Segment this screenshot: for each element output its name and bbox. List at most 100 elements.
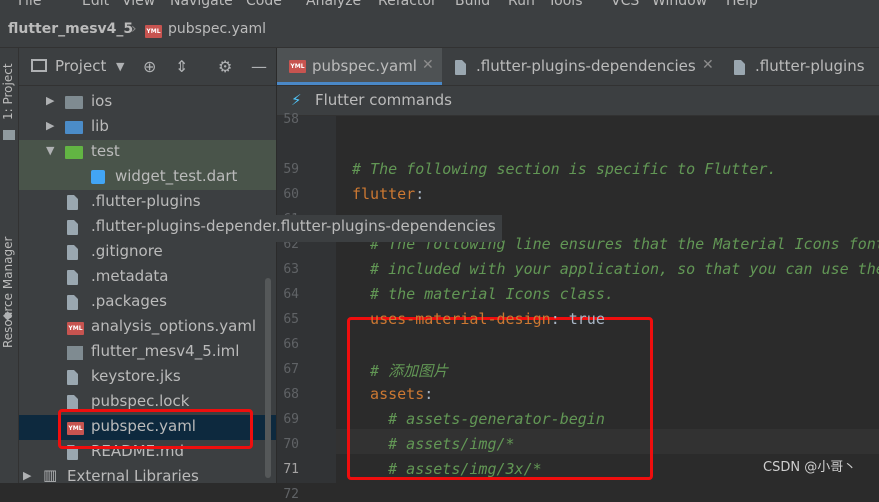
line-number: 58 bbox=[283, 112, 299, 127]
folder-icon bbox=[65, 146, 83, 159]
line-number: 59 bbox=[283, 162, 299, 177]
tab-flutter-plugins-dependencies[interactable]: .flutter-plugins-dependencies ✕ bbox=[443, 48, 719, 85]
tree-item-label: lib bbox=[91, 117, 109, 135]
line-number: 63 bbox=[283, 262, 299, 277]
code-line: # assets/img/3x/* bbox=[352, 460, 542, 478]
tree-item-label: ios bbox=[91, 92, 113, 110]
close-icon[interactable]: ✕ bbox=[702, 57, 714, 73]
flutter-commands-link[interactable]: Flutter commands bbox=[315, 91, 452, 109]
project-tool-tab[interactable]: 1: Project bbox=[1, 63, 15, 120]
yaml-value: : bbox=[415, 185, 425, 203]
project-scrollbar[interactable] bbox=[265, 278, 271, 478]
chevron-right-icon[interactable]: ▶ bbox=[46, 119, 54, 132]
tree-item-flutter-plugins-dependencies[interactable]: .flutter-plugins-dependencies bbox=[19, 215, 311, 240]
chevron-right-icon[interactable]: ▶ bbox=[23, 469, 31, 482]
locate-icon[interactable]: ⊕ bbox=[143, 57, 156, 76]
tree-item-ios[interactable]: ▶ ios bbox=[19, 90, 276, 115]
tree-item-lib[interactable]: ▶ lib bbox=[19, 115, 276, 140]
line-number: 70 bbox=[283, 437, 299, 452]
tree-item-flutter-mesv4-5-iml[interactable]: flutter_mesv4_5.iml bbox=[19, 340, 276, 365]
line-number: 71 bbox=[283, 462, 299, 477]
tree-item-label: External Libraries bbox=[67, 467, 199, 485]
tree-item-label: .gitignore bbox=[91, 242, 163, 260]
chevron-right-icon[interactable]: ▶ bbox=[46, 94, 54, 107]
tree-item-keystore-jks[interactable]: keystore.jks bbox=[19, 365, 276, 390]
project-tool-icon bbox=[3, 130, 15, 140]
file-icon bbox=[67, 245, 78, 260]
tree-item-label: test bbox=[91, 142, 120, 160]
file-icon bbox=[734, 60, 745, 75]
yaml-file-icon: YML bbox=[67, 322, 84, 335]
project-view-icon bbox=[31, 59, 47, 72]
tree-item-external-libraries[interactable]: ▶ ▥ External Libraries bbox=[19, 465, 276, 490]
breadcrumb-file[interactable]: pubspec.yaml bbox=[168, 21, 266, 37]
selected-file-highlight-box bbox=[58, 409, 253, 449]
yaml-key: assets bbox=[352, 385, 425, 403]
module-file-icon bbox=[67, 346, 83, 360]
line-number: 69 bbox=[283, 412, 299, 427]
code-line: flutter: bbox=[352, 185, 424, 203]
menu-build[interactable]: Build bbox=[455, 0, 490, 9]
chevron-down-icon[interactable]: ▼ bbox=[116, 60, 124, 73]
collapse-all-icon[interactable]: ⇕ bbox=[175, 57, 188, 76]
tree-item-analysis-options-yaml[interactable]: YML analysis_options.yaml bbox=[19, 315, 276, 340]
menu-navigate[interactable]: Navigate bbox=[170, 0, 233, 9]
file-icon bbox=[67, 395, 78, 410]
yaml-value: : true bbox=[550, 310, 605, 328]
menu-view[interactable]: View bbox=[122, 0, 155, 9]
project-view-title[interactable]: Project bbox=[55, 57, 106, 75]
truncated-name-tooltip: .flutter-plugins-dependencies bbox=[276, 215, 502, 242]
folder-icon bbox=[65, 96, 83, 109]
tree-item-label: analysis_options.yaml bbox=[91, 317, 257, 335]
yaml-value: : bbox=[424, 385, 434, 403]
tree-item-label: pubspec.lock bbox=[91, 392, 190, 410]
tab-flutter-plugins[interactable]: .flutter-plugins bbox=[720, 48, 879, 85]
library-icon: ▥ bbox=[43, 466, 58, 484]
tree-item-packages[interactable]: .packages bbox=[19, 290, 276, 315]
menu-refactor[interactable]: Refactor bbox=[378, 0, 437, 9]
menu-tools[interactable]: Tools bbox=[548, 0, 583, 9]
tree-item-widget-test-dart[interactable]: widget_test.dart bbox=[19, 165, 276, 190]
line-number: 64 bbox=[283, 287, 299, 302]
gear-icon[interactable]: ⚙ bbox=[218, 57, 232, 76]
tree-item-label: widget_test.dart bbox=[115, 167, 238, 185]
menu-edit[interactable]: Edit bbox=[82, 0, 109, 9]
dart-file-icon bbox=[91, 170, 105, 184]
breadcrumb-project[interactable]: flutter_mesv4_5 bbox=[8, 21, 133, 37]
tree-item-label: .metadata bbox=[91, 267, 169, 285]
tree-item-label: .flutter-plugins bbox=[91, 192, 201, 210]
close-icon[interactable]: ✕ bbox=[422, 57, 434, 73]
yaml-key: flutter bbox=[352, 185, 416, 203]
breadcrumb-separator-icon: › bbox=[131, 21, 137, 37]
chevron-down-icon[interactable]: ▼ bbox=[46, 144, 54, 157]
code-line: assets: bbox=[352, 385, 433, 403]
tree-item-gitignore[interactable]: .gitignore bbox=[19, 240, 276, 265]
code-line: # assets-generator-begin bbox=[352, 410, 605, 428]
yaml-key: uses-material-design bbox=[352, 310, 551, 328]
menu-vcs[interactable]: VCS bbox=[611, 0, 639, 9]
yaml-file-icon: YML bbox=[289, 60, 306, 73]
code-line: uses-material-design: true bbox=[352, 310, 605, 328]
tab-pubspec-yaml[interactable]: YML pubspec.yaml ✕ bbox=[277, 48, 442, 85]
line-number: 60 bbox=[283, 187, 299, 202]
tree-item-test[interactable]: ▼ test bbox=[19, 140, 276, 165]
line-number: 72 bbox=[283, 487, 299, 502]
file-icon bbox=[455, 60, 466, 75]
tree-item-label: .packages bbox=[91, 292, 167, 310]
minimize-icon[interactable]: — bbox=[251, 57, 267, 76]
menu-window[interactable]: Window bbox=[652, 0, 707, 9]
menu-file[interactable]: File bbox=[18, 0, 41, 9]
tree-item-flutter-plugins[interactable]: .flutter-plugins bbox=[19, 190, 276, 215]
menu-analyze[interactable]: Analyze bbox=[306, 0, 361, 9]
menu-help[interactable]: Help bbox=[726, 0, 758, 9]
editor-tabs: YML pubspec.yaml ✕ .flutter-plugins-depe… bbox=[277, 48, 879, 86]
menu-code[interactable]: Code bbox=[246, 0, 282, 9]
menu-run[interactable]: Run bbox=[508, 0, 535, 9]
resource-manager-tab[interactable]: Resource Manager bbox=[1, 237, 15, 348]
code-editor[interactable]: # The following section is specific to F… bbox=[336, 116, 879, 483]
tree-item-metadata[interactable]: .metadata bbox=[19, 265, 276, 290]
breadcrumb: flutter_mesv4_5 › YML pubspec.yaml bbox=[0, 14, 879, 48]
code-line: # 添加图片 bbox=[352, 362, 449, 380]
file-icon bbox=[67, 195, 78, 210]
file-icon bbox=[67, 220, 78, 235]
